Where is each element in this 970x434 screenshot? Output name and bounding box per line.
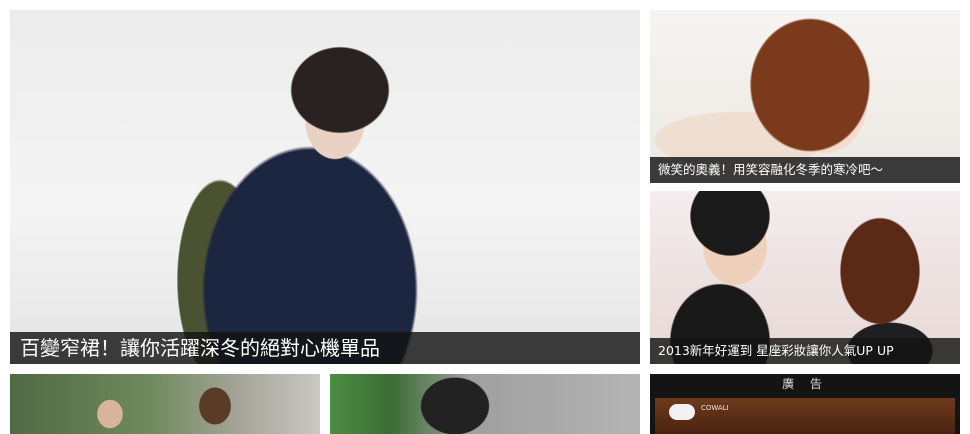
advertisement-box: 廣 告 COWALI xyxy=(650,374,960,434)
feature-article-image[interactable] xyxy=(10,10,640,364)
feature-article-caption[interactable]: 百變窄裙！讓你活躍深冬的絕對心機單品 xyxy=(10,332,640,364)
feature-article-card[interactable]: 百變窄裙！讓你活躍深冬的絕對心機單品 xyxy=(10,10,640,364)
bottom-article-card-1[interactable] xyxy=(10,374,320,434)
bottom-article-image-2[interactable] xyxy=(330,374,640,434)
bottom-article-image-1[interactable] xyxy=(10,374,320,434)
side-article-card-horoscope-makeup[interactable]: 2013新年好運到 星座彩妝讓你人氣UP UP xyxy=(650,191,960,364)
side-article-card-smile[interactable]: 微笑的奧義！用笑容融化冬季的寒冷吧～ xyxy=(650,10,960,183)
side-article-caption-horoscope-makeup[interactable]: 2013新年好運到 星座彩妝讓你人氣UP UP xyxy=(650,338,960,364)
side-article-caption-smile[interactable]: 微笑的奧義！用笑容融化冬季的寒冷吧～ xyxy=(650,157,960,183)
bottom-article-card-2[interactable] xyxy=(330,374,640,434)
advertisement-label: 廣 告 xyxy=(782,377,828,391)
advertiser-logo-text: COWALI xyxy=(701,404,729,412)
advertisement-banner[interactable]: COWALI xyxy=(655,398,955,434)
